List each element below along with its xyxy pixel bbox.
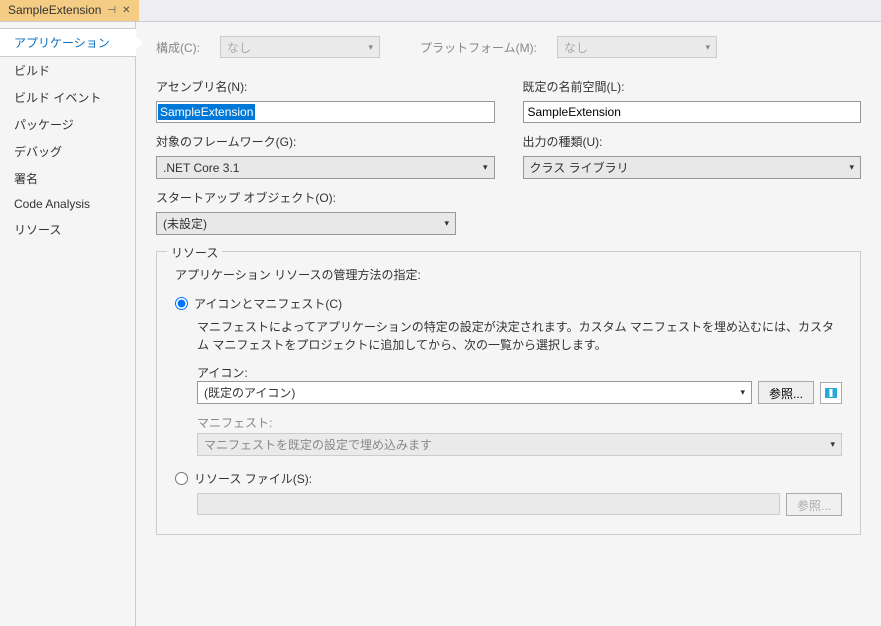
chevron-down-icon: ▾: [444, 218, 449, 229]
config-label: 構成(C):: [156, 39, 200, 56]
namespace-input[interactable]: [523, 101, 862, 123]
startup-label: スタートアップ オブジェクト(O):: [156, 189, 456, 206]
chevron-down-icon: ▾: [705, 42, 710, 53]
sidebar-item-build[interactable]: ビルド: [0, 57, 135, 84]
resource-file-input: [197, 493, 780, 515]
browse-icon-button[interactable]: 参照...: [758, 381, 814, 404]
framework-label: 対象のフレームワーク(G):: [156, 133, 495, 150]
sidebar-item-build-events[interactable]: ビルド イベント: [0, 84, 135, 111]
browse-resource-button: 参照...: [786, 493, 842, 516]
icon-label: アイコン:: [197, 364, 842, 381]
radio-icon-manifest-label: アイコンとマニフェスト(C): [194, 295, 342, 312]
close-icon[interactable]: ✕: [122, 5, 130, 16]
radio-resource-file-label: リソース ファイル(S):: [194, 470, 312, 487]
pin-icon[interactable]: ⊣: [107, 5, 116, 16]
framework-select[interactable]: .NET Core 3.1 ▾: [156, 156, 495, 179]
sidebar-item-code-analysis[interactable]: Code Analysis: [0, 192, 135, 216]
sidebar: アプリケーション ビルド ビルド イベント パッケージ デバッグ 署名 Code…: [0, 22, 136, 626]
output-type-select[interactable]: クラス ライブラリ ▾: [523, 156, 862, 179]
chevron-down-icon: ▾: [740, 387, 745, 398]
sidebar-item-package[interactable]: パッケージ: [0, 111, 135, 138]
output-type-label: 出力の種類(U):: [523, 133, 862, 150]
resources-desc: アプリケーション リソースの管理方法の指定:: [175, 266, 842, 283]
chevron-down-icon: ▾: [483, 162, 488, 173]
chevron-down-icon: ▾: [849, 162, 854, 173]
sidebar-item-application[interactable]: アプリケーション: [0, 28, 135, 57]
tab-bar: SampleExtension ⊣ ✕: [0, 0, 881, 22]
platform-label: プラットフォーム(M):: [420, 39, 537, 56]
radio-resource-file[interactable]: [175, 472, 188, 485]
manifest-label: マニフェスト:: [197, 414, 842, 431]
platform-dropdown: なし ▾: [557, 36, 717, 58]
manifest-select: マニフェストを既定の設定で埋め込みます ▾: [197, 433, 842, 456]
sidebar-item-resources[interactable]: リソース: [0, 216, 135, 243]
icon-select[interactable]: (既定のアイコン) ▾: [197, 381, 752, 404]
radio-resource-file-row[interactable]: リソース ファイル(S):: [175, 470, 842, 487]
document-tab[interactable]: SampleExtension ⊣ ✕: [0, 0, 139, 21]
main-layout: アプリケーション ビルド ビルド イベント パッケージ デバッグ 署名 Code…: [0, 22, 881, 626]
tab-title: SampleExtension: [8, 3, 101, 17]
startup-select[interactable]: (未設定) ▾: [156, 212, 456, 235]
config-platform-row: 構成(C): なし ▾ プラットフォーム(M): なし ▾: [156, 36, 861, 58]
radio-icon-manifest[interactable]: [175, 297, 188, 310]
resources-fieldset: リソース アプリケーション リソースの管理方法の指定: アイコンとマニフェスト(…: [156, 251, 861, 535]
manifest-hint: マニフェストによってアプリケーションの特定の設定が決定されます。カスタム マニフ…: [197, 318, 842, 354]
app-icon: [825, 388, 837, 398]
icon-preview: [820, 382, 842, 404]
chevron-down-icon: ▾: [368, 42, 373, 53]
config-dropdown: なし ▾: [220, 36, 380, 58]
assembly-name-label: アセンブリ名(N):: [156, 78, 495, 95]
radio-icon-manifest-row[interactable]: アイコンとマニフェスト(C): [175, 295, 842, 312]
assembly-name-input[interactable]: SampleExtension: [156, 101, 495, 123]
chevron-down-icon: ▾: [830, 439, 835, 450]
content-pane: 構成(C): なし ▾ プラットフォーム(M): なし ▾ アセンブリ名(N):…: [136, 22, 881, 626]
sidebar-item-signing[interactable]: 署名: [0, 165, 135, 192]
resources-legend: リソース: [167, 244, 222, 261]
sidebar-item-debug[interactable]: デバッグ: [0, 138, 135, 165]
namespace-label: 既定の名前空間(L):: [523, 78, 862, 95]
